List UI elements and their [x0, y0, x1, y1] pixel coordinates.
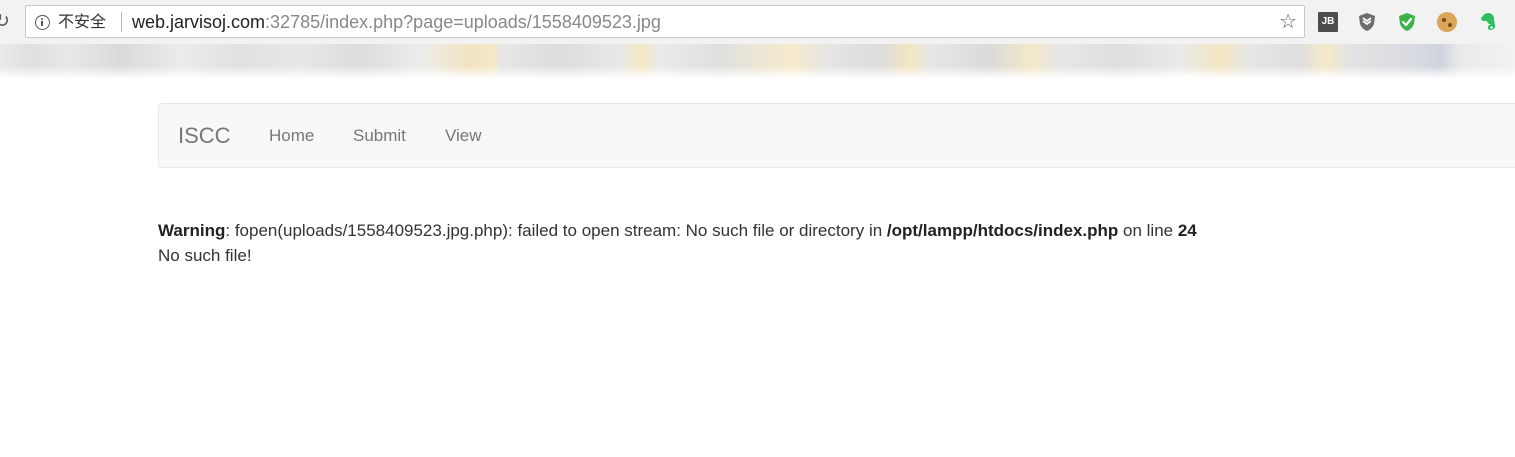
navbar-brand[interactable]: ISCC	[178, 123, 231, 149]
site-navbar: ISCC Home Submit View	[158, 103, 1515, 168]
nav-link-submit[interactable]: Submit	[353, 126, 406, 146]
bookmarks-bar-blurred	[0, 44, 1515, 80]
reload-icon[interactable]: ↻	[0, 10, 14, 32]
warning-line: Warning: fopen(uploads/1558409523.jpg.ph…	[158, 218, 1197, 243]
shield-extension-icon[interactable]	[1357, 12, 1377, 32]
bookmark-star-icon[interactable]: ☆	[1279, 10, 1297, 32]
nav-link-view[interactable]: View	[445, 126, 482, 146]
nav-link-home[interactable]: Home	[269, 126, 314, 146]
address-bar[interactable]: 不安全 web.jarvisoj.com:32785/index.php?pag…	[25, 5, 1305, 38]
warning-line-number: 24	[1177, 221, 1197, 240]
warning-label: Warning	[158, 221, 226, 240]
url-host: web.jarvisoj.com	[132, 12, 266, 32]
info-icon[interactable]	[35, 15, 50, 30]
cookie-extension-icon[interactable]	[1437, 12, 1457, 32]
php-output: Warning: fopen(uploads/1558409523.jpg.ph…	[158, 218, 1197, 268]
jetbrains-extension-icon[interactable]: JB	[1318, 12, 1338, 32]
address-divider	[121, 12, 122, 32]
bookmarks-fade	[0, 66, 1515, 80]
no-file-message: No such file!	[158, 246, 252, 265]
evernote-extension-icon[interactable]	[1478, 12, 1498, 32]
warning-file-path: /opt/lampp/htdocs/index.php	[886, 221, 1119, 240]
security-label[interactable]: 不安全	[58, 12, 106, 32]
adguard-extension-icon[interactable]	[1397, 12, 1417, 32]
url-path: :32785/index.php?page=uploads/1558409523…	[265, 12, 661, 32]
browser-toolbar: ↻ 不安全 web.jarvisoj.com:32785/index.php?p…	[0, 0, 1515, 44]
warning-on-line: on line	[1118, 221, 1178, 240]
url-text[interactable]: web.jarvisoj.com:32785/index.php?page=up…	[132, 11, 661, 33]
warning-text: : fopen(uploads/1558409523.jpg.php): fai…	[225, 221, 887, 240]
